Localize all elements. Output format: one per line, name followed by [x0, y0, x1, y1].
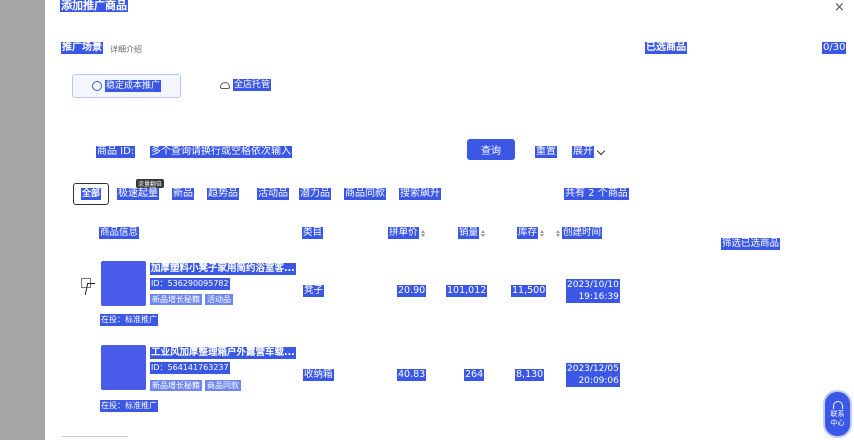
column-stock[interactable]: 库存	[517, 227, 545, 239]
promo-status: 在投：标准推广	[100, 400, 158, 412]
total-count: 共有 2 个商品	[564, 188, 629, 200]
tab-trending[interactable]: 趋势品	[207, 188, 239, 200]
promo-status: 在投：标准推广	[100, 314, 158, 326]
price-cell: 40.83	[397, 369, 427, 381]
sort-icon	[481, 229, 486, 237]
product-tag: 商品同款	[205, 380, 241, 391]
created-time-cell: 2023/10/10 19:16:39	[566, 279, 620, 303]
column-created-time[interactable]: 创建时间	[556, 227, 603, 239]
filter-selected-products[interactable]: 筛选已选商品	[721, 238, 781, 250]
footer-divider	[62, 436, 128, 440]
sales-cell: 264	[464, 369, 485, 381]
scene-intro-link[interactable]: 详细介绍	[110, 44, 142, 55]
tab-potential[interactable]: 潜力品	[299, 188, 331, 200]
column-sales[interactable]: 销量	[458, 227, 486, 239]
tab-new[interactable]: 新品	[172, 188, 194, 200]
created-clock: 20:09:06	[566, 375, 620, 387]
mode-full-store[interactable]: 全店托管	[220, 79, 272, 91]
sales-cell: 101,012	[446, 285, 488, 297]
product-thumbnail	[101, 345, 146, 390]
mode-label: 稳定成本推广	[104, 80, 161, 92]
created-date: 2023/10/10	[566, 279, 620, 291]
total-number: 2	[588, 188, 595, 199]
expand-toggle[interactable]: 展开	[572, 146, 606, 158]
tab-search-surge[interactable]: 搜索飙升	[399, 188, 441, 200]
service-label-1: 联系	[830, 409, 845, 418]
created-clock: 19:16:39	[566, 291, 620, 303]
created-time-cell: 2023/12/05 20:09:06	[566, 363, 620, 387]
service-label-2: 中心	[830, 418, 845, 427]
sort-icon	[540, 229, 545, 237]
sort-icon	[420, 229, 425, 237]
product-id: ID：564141763237	[150, 362, 230, 374]
product-id-input[interactable]: 多个查询请换行或空格依次输入	[150, 146, 292, 158]
product-thumbnail	[101, 261, 146, 306]
column-price[interactable]: 拼单价	[388, 227, 425, 239]
total-suffix: 个商品	[597, 188, 628, 199]
reset-button[interactable]: 重置	[535, 146, 557, 158]
product-id-label: 商品 ID:	[96, 146, 136, 158]
selected-count: 0/30	[822, 42, 847, 54]
scene-label: 推广场景	[61, 42, 103, 54]
tab-label: 全部	[80, 188, 101, 200]
close-icon[interactable]: ×	[834, 0, 845, 15]
sort-icon	[556, 229, 560, 237]
product-tag: 新品增长秘籍	[150, 380, 202, 391]
expand-label: 展开	[572, 146, 594, 158]
tab-fast-volume[interactable]: 极速起量	[117, 188, 159, 200]
mode-label: 全店托管	[233, 79, 272, 91]
product-name[interactable]: 工业风加厚整理箱户外露营车载...	[150, 347, 296, 359]
category-cell: 收纳箱	[303, 369, 334, 381]
query-button[interactable]: 查询	[467, 139, 515, 160]
tab-tooltip: 流量翻倍	[136, 179, 165, 188]
headset-icon	[832, 400, 843, 409]
category-cell: 凳子	[303, 285, 325, 297]
product-id: ID：536290095782	[150, 278, 230, 290]
tab-activity[interactable]: 活动品	[257, 188, 289, 200]
chevron-down-icon	[596, 146, 606, 155]
product-tag: 新品增长秘籍	[150, 294, 202, 305]
product-name[interactable]: 加厚塑料小凳子家用简约浴室客...	[150, 263, 296, 275]
modal-backdrop	[0, 0, 45, 440]
tab-all[interactable]: 全部	[73, 183, 109, 205]
created-date: 2023/12/05	[566, 363, 620, 375]
column-product-info: 商品信息	[99, 227, 140, 239]
column-category: 类目	[302, 227, 324, 239]
cloud-icon	[220, 81, 230, 89]
coin-icon	[91, 81, 102, 91]
tab-same-style[interactable]: 商品同款	[344, 188, 386, 200]
price-cell: 20.90	[397, 285, 427, 297]
product-tag: 活动品	[205, 294, 233, 305]
stock-cell: 11,500	[511, 285, 547, 297]
service-center-button[interactable]: 联系 中心	[823, 390, 852, 438]
mode-stable-cost[interactable]: 稳定成本推广	[72, 74, 181, 98]
selected-products-label: 已选商品	[645, 42, 687, 54]
modal-title: 添加推广商品	[60, 0, 128, 12]
total-prefix: 共有	[565, 188, 585, 199]
add-product-modal	[45, 0, 854, 440]
stock-cell: 8,130	[515, 369, 545, 381]
